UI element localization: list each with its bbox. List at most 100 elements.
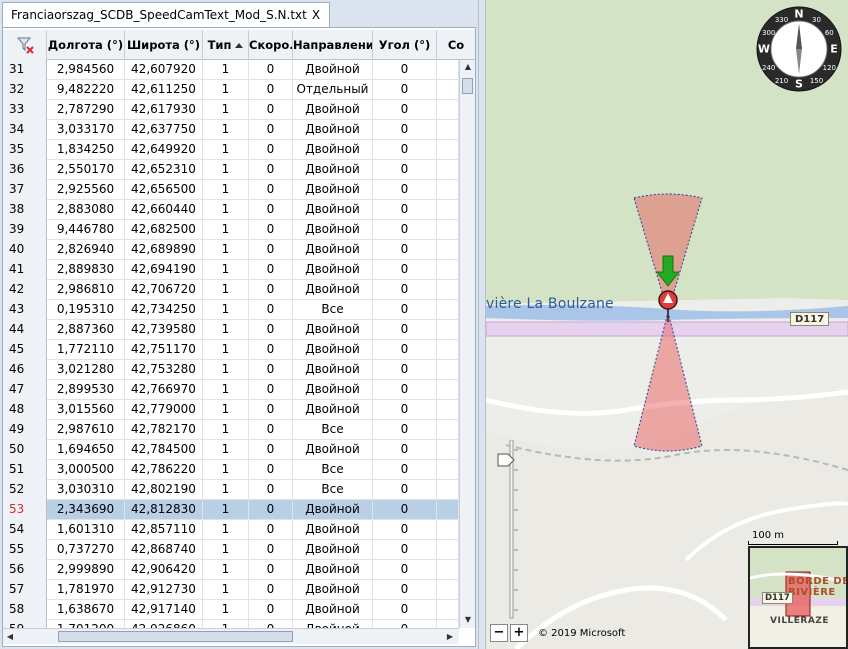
table-cell[interactable]: 0: [249, 240, 293, 260]
table-row[interactable]: 53 2,343690 42,812830 1 0 Двойной 0: [3, 500, 459, 520]
table-cell[interactable]: 0: [373, 140, 437, 160]
table-row[interactable]: 49 2,987610 42,782170 1 0 Все 0: [3, 420, 459, 440]
table-cell[interactable]: 1: [203, 240, 249, 260]
table-cell[interactable]: 1: [203, 360, 249, 380]
table-cell[interactable]: [437, 360, 459, 380]
table-cell[interactable]: 1,638670: [47, 600, 125, 620]
table-cell[interactable]: 1: [203, 620, 249, 628]
table-cell[interactable]: 1: [203, 420, 249, 440]
table-cell[interactable]: 1: [203, 400, 249, 420]
table-cell[interactable]: Двойной: [293, 580, 373, 600]
table-cell[interactable]: 1,781970: [47, 580, 125, 600]
table-cell[interactable]: 1: [203, 220, 249, 240]
table-cell[interactable]: [437, 420, 459, 440]
table-cell[interactable]: 0: [373, 620, 437, 628]
table-cell[interactable]: 1: [203, 180, 249, 200]
table-cell[interactable]: 0: [373, 400, 437, 420]
table-cell[interactable]: [437, 440, 459, 460]
table-cell[interactable]: 0: [373, 420, 437, 440]
table-cell[interactable]: 1: [203, 440, 249, 460]
table-cell[interactable]: [437, 140, 459, 160]
table-cell[interactable]: Двойной: [293, 220, 373, 240]
table-cell[interactable]: Двойной: [293, 520, 373, 540]
table-row[interactable]: 41 2,889830 42,694190 1 0 Двойной 0: [3, 260, 459, 280]
table-cell[interactable]: 3,021280: [47, 360, 125, 380]
table-cell[interactable]: 1: [203, 60, 249, 80]
table-cell[interactable]: 0: [249, 460, 293, 480]
table-cell[interactable]: [437, 520, 459, 540]
table-cell[interactable]: 0: [249, 200, 293, 220]
table-cell[interactable]: 1: [203, 540, 249, 560]
table-cell[interactable]: 0: [249, 560, 293, 580]
table-cell[interactable]: 1,772110: [47, 340, 125, 360]
table-cell[interactable]: 42,868740: [125, 540, 203, 560]
table-cell[interactable]: 2,826940: [47, 240, 125, 260]
table-row[interactable]: 34 3,033170 42,637750 1 0 Двойной 0: [3, 120, 459, 140]
table-cell[interactable]: [437, 100, 459, 120]
scroll-left-arrow-icon[interactable]: ◀: [3, 629, 17, 645]
table-cell[interactable]: 0: [373, 460, 437, 480]
table-cell[interactable]: [437, 240, 459, 260]
table-row[interactable]: 52 3,030310 42,802190 1 0 Все 0: [3, 480, 459, 500]
table-cell[interactable]: 0: [249, 180, 293, 200]
table-cell[interactable]: 1: [203, 460, 249, 480]
table-cell[interactable]: [437, 220, 459, 240]
table-cell[interactable]: 1,601310: [47, 520, 125, 540]
table-cell[interactable]: 0: [373, 500, 437, 520]
table-row[interactable]: 43 0,195310 42,734250 1 0 Все 0: [3, 300, 459, 320]
table-cell[interactable]: 2,343690: [47, 500, 125, 520]
table-cell[interactable]: 42,786220: [125, 460, 203, 480]
table-cell[interactable]: [437, 580, 459, 600]
table-cell[interactable]: 3,030310: [47, 480, 125, 500]
table-cell[interactable]: [437, 160, 459, 180]
table-cell[interactable]: Отдельный: [293, 80, 373, 100]
table-cell[interactable]: 0: [249, 420, 293, 440]
table-cell[interactable]: 0: [249, 220, 293, 240]
table-cell[interactable]: Двойной: [293, 380, 373, 400]
table-cell[interactable]: 2,889830: [47, 260, 125, 280]
table-cell[interactable]: 42,784500: [125, 440, 203, 460]
table-cell[interactable]: 0: [249, 280, 293, 300]
table-cell[interactable]: 42,782170: [125, 420, 203, 440]
table-cell[interactable]: Все: [293, 480, 373, 500]
table-cell[interactable]: 1: [203, 500, 249, 520]
table-cell[interactable]: [437, 380, 459, 400]
table-cell[interactable]: Двойной: [293, 620, 373, 628]
table-cell[interactable]: 0: [249, 160, 293, 180]
table-cell[interactable]: 1,834250: [47, 140, 125, 160]
table-cell[interactable]: 0: [249, 540, 293, 560]
table-cell[interactable]: [437, 200, 459, 220]
table-cell[interactable]: 42,694190: [125, 260, 203, 280]
table-cell[interactable]: [437, 60, 459, 80]
table-cell[interactable]: 42,637750: [125, 120, 203, 140]
table-cell[interactable]: [437, 260, 459, 280]
scroll-right-arrow-icon[interactable]: ▶: [443, 629, 457, 645]
table-row[interactable]: 39 9,446780 42,682500 1 0 Двойной 0: [3, 220, 459, 240]
table-cell[interactable]: 0: [373, 160, 437, 180]
table-cell[interactable]: 0: [373, 440, 437, 460]
table-cell[interactable]: Двойной: [293, 200, 373, 220]
table-cell[interactable]: Двойной: [293, 280, 373, 300]
table-row[interactable]: 32 9,482220 42,611250 1 0 Отдельный 0: [3, 80, 459, 100]
horizontal-scrollbar[interactable]: ◀ ▶: [3, 628, 459, 644]
table-cell[interactable]: 2,925560: [47, 180, 125, 200]
table-cell[interactable]: [437, 180, 459, 200]
table-cell[interactable]: 0: [249, 260, 293, 280]
zoom-out-button[interactable]: −: [490, 624, 508, 642]
table-cell[interactable]: Двойной: [293, 360, 373, 380]
table-cell[interactable]: 1: [203, 160, 249, 180]
table-cell[interactable]: 0: [249, 80, 293, 100]
table-cell[interactable]: 0: [249, 400, 293, 420]
table-cell[interactable]: 1: [203, 320, 249, 340]
table-cell[interactable]: 1: [203, 280, 249, 300]
table-row[interactable]: 44 2,887360 42,739580 1 0 Двойной 0: [3, 320, 459, 340]
scroll-up-arrow-icon[interactable]: ▲: [460, 60, 475, 74]
column-speed[interactable]: Скоро...: [249, 30, 293, 60]
table-cell[interactable]: [437, 600, 459, 620]
column-latitude[interactable]: Широта (°): [125, 30, 203, 60]
table-row[interactable]: 57 1,781970 42,912730 1 0 Двойной 0: [3, 580, 459, 600]
table-cell[interactable]: 42,649920: [125, 140, 203, 160]
table-cell[interactable]: 0: [373, 600, 437, 620]
table-cell[interactable]: 42,617930: [125, 100, 203, 120]
table-cell[interactable]: 2,984560: [47, 60, 125, 80]
